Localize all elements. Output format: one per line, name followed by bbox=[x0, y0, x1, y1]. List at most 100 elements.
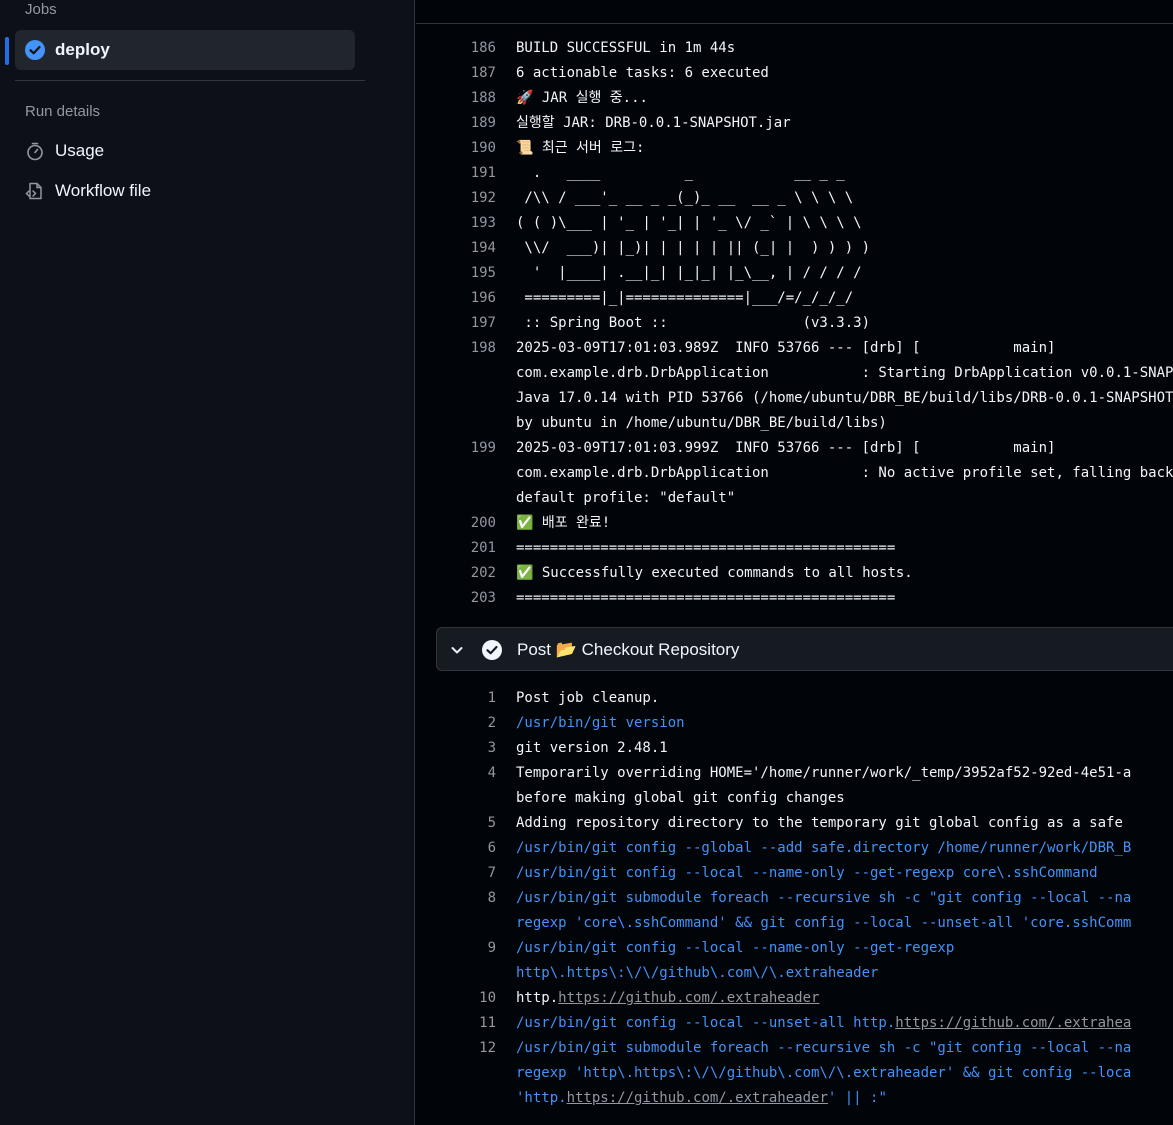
log-line: 197 :: Spring Boot :: (v3.3.3) bbox=[416, 311, 1173, 336]
sidebar-link-usage[interactable]: Usage bbox=[25, 139, 104, 163]
log-line: by ubuntu in /home/ubuntu/DBR_BE/build/l… bbox=[416, 411, 1173, 436]
line-text: =========|_|==============|___/=/_/_/_/ bbox=[516, 290, 854, 306]
line-text: /usr/bin/git submodule foreach --recursi… bbox=[516, 1040, 1132, 1056]
log-line: 188 🚀 JAR 실행 중... bbox=[416, 86, 1173, 111]
line-number[interactable]: 10 bbox=[416, 986, 496, 1011]
line-number[interactable]: 192 bbox=[416, 186, 496, 211]
sidebar: Jobs deploy Run details Usage Workflow f… bbox=[0, 0, 415, 1125]
line-text: 6 actionable tasks: 6 executed bbox=[516, 65, 769, 81]
line-text: ========================================… bbox=[516, 540, 896, 556]
line-text: ========================================… bbox=[516, 590, 896, 606]
log-line: 189 실행할 JAR: DRB-0.0.1-SNAPSHOT.jar bbox=[416, 111, 1173, 136]
line-number[interactable]: 194 bbox=[416, 236, 496, 261]
line-number[interactable]: 1 bbox=[416, 686, 496, 711]
log-line: regexp 'http\.https\:\/\/github\.com\/\.… bbox=[416, 1061, 1173, 1086]
log-line: 8/usr/bin/git submodule foreach --recurs… bbox=[416, 886, 1173, 911]
line-number[interactable]: 3 bbox=[416, 736, 496, 761]
line-number[interactable]: 198 bbox=[416, 336, 496, 361]
step-title: Post 📂 Checkout Repository bbox=[517, 640, 740, 659]
line-number[interactable]: 11 bbox=[416, 1011, 496, 1036]
log-line: 186 BUILD SUCCESSFUL in 1m 44s bbox=[416, 36, 1173, 61]
line-text: regexp 'core\.sshCommand' && git config … bbox=[516, 915, 1132, 931]
line-number[interactable]: 199 bbox=[416, 436, 496, 461]
line-number[interactable]: 8 bbox=[416, 886, 496, 911]
log-link[interactable]: https://github.com/.extrahea bbox=[895, 1015, 1131, 1031]
line-text: /usr/bin/git config --local --name-only … bbox=[516, 865, 1098, 881]
log-link[interactable]: https://github.com/.extraheader bbox=[567, 1090, 828, 1106]
line-text: :: Spring Boot :: (v3.3.3) bbox=[516, 315, 871, 331]
line-text: git version 2.48.1 bbox=[516, 740, 668, 756]
line-number[interactable]: 187 bbox=[416, 61, 496, 86]
log-line: 196 =========|_|==============|___/=/_/_… bbox=[416, 286, 1173, 311]
log-panel: 186 BUILD SUCCESSFUL in 1m 44s 187 6 action… bbox=[416, 0, 1173, 1125]
line-number[interactable]: 193 bbox=[416, 211, 496, 236]
line-number[interactable]: 12 bbox=[416, 1036, 496, 1061]
selected-job-indicator bbox=[5, 37, 9, 65]
line-text: com.example.drb.DrbApplication : No acti… bbox=[516, 465, 1173, 481]
line-text: 📜 최근 서버 로그: bbox=[516, 140, 645, 156]
line-number[interactable]: 195 bbox=[416, 261, 496, 286]
log-line: 2/usr/bin/git version bbox=[416, 711, 1173, 736]
line-text: Java 17.0.14 with PID 53766 (/home/ubunt… bbox=[516, 390, 1173, 406]
line-number[interactable]: 203 bbox=[416, 586, 496, 611]
line-text: 실행할 JAR: DRB-0.0.1-SNAPSHOT.jar bbox=[516, 115, 791, 131]
stopwatch-icon bbox=[27, 142, 43, 161]
line-text: 2025-03-09T17:01:03.989Z INFO 53766 --- … bbox=[516, 340, 1056, 356]
line-number[interactable]: 188 bbox=[416, 86, 496, 111]
line-number[interactable]: 186 bbox=[416, 36, 496, 61]
line-text: /usr/bin/git submodule foreach --recursi… bbox=[516, 890, 1132, 906]
log-line: 191 . ____ _ __ _ _ bbox=[416, 161, 1173, 186]
log-line: 7/usr/bin/git config --local --name-only… bbox=[416, 861, 1173, 886]
line-text-prefix: http. bbox=[516, 990, 559, 1006]
line-number[interactable]: 200 bbox=[416, 511, 496, 536]
log-line: 202 ✅ Successfully executed commands to a… bbox=[416, 561, 1173, 586]
log-line: 5 Adding repository directory to the temp… bbox=[416, 811, 1173, 836]
line-text: com.example.drb.DrbApplication : Startin… bbox=[516, 365, 1173, 381]
log-line: 200 ✅ 배포 완료! bbox=[416, 511, 1173, 536]
line-text-suffix: ' || :" bbox=[827, 1090, 887, 1106]
line-number[interactable]: 5 bbox=[416, 811, 496, 836]
check-circle-icon bbox=[25, 40, 45, 60]
step-header-post-checkout[interactable]: Post 📂 Checkout Repository bbox=[436, 627, 1173, 671]
line-number[interactable]: 201 bbox=[416, 536, 496, 561]
sidebar-divider bbox=[15, 80, 365, 81]
line-number[interactable]: 7 bbox=[416, 861, 496, 886]
line-number[interactable]: 196 bbox=[416, 286, 496, 311]
line-number[interactable]: 190 bbox=[416, 136, 496, 161]
log-link[interactable]: https://github.com/.extraheader bbox=[558, 990, 819, 1006]
sidebar-link-label: Workflow file bbox=[55, 181, 152, 200]
sidebar-link-workflow-file[interactable]: Workflow file bbox=[25, 179, 151, 203]
line-text: 2025-03-09T17:01:03.999Z INFO 53766 --- … bbox=[516, 440, 1056, 456]
log-line: 195 ' |____| .__|_| |_|_| |_\__, | / / /… bbox=[416, 261, 1173, 286]
line-text: . ____ _ __ _ _ bbox=[516, 165, 845, 181]
job-item-deploy[interactable]: deploy bbox=[15, 30, 355, 70]
log-line: 9/usr/bin/git config --local --name-only… bbox=[416, 936, 1173, 961]
line-text: 'http.https://github.com/.extraheader' |… bbox=[516, 1086, 887, 1111]
line-text: ( ( )\___ | '_ | '_| | '_ \/ _` | \ \ \ … bbox=[516, 215, 862, 231]
line-text-prefix: 'http. bbox=[516, 1090, 567, 1106]
line-number[interactable]: 197 bbox=[416, 311, 496, 336]
log-line: 199 2025-03-09T17:01:03.999Z INFO 53766 -… bbox=[416, 436, 1173, 461]
chevron-down-icon[interactable] bbox=[449, 642, 465, 658]
line-text: http.https://github.com/.extraheader bbox=[516, 986, 819, 1011]
job-label: deploy bbox=[55, 40, 110, 59]
line-number[interactable]: 6 bbox=[416, 836, 496, 861]
line-number[interactable]: 191 bbox=[416, 161, 496, 186]
log-panel-top-border bbox=[416, 23, 1173, 24]
sidebar-link-label: Usage bbox=[55, 141, 105, 160]
log-line: default profile: "default" bbox=[416, 486, 1173, 511]
log-line: 11/usr/bin/git config --local --unset-al… bbox=[416, 1011, 1173, 1036]
run-details-heading: Run details bbox=[25, 103, 101, 120]
line-text: before making global git config changes bbox=[516, 790, 845, 806]
log-line: 12/usr/bin/git submodule foreach --recur… bbox=[416, 1036, 1173, 1061]
log-line: 198 2025-03-09T17:01:03.989Z INFO 53766 -… bbox=[416, 336, 1173, 361]
line-number[interactable]: 9 bbox=[416, 936, 496, 961]
line-number[interactable]: 4 bbox=[416, 761, 496, 786]
line-text: \\/ ___)| |_)| | | | | || (_| | ) ) ) ) bbox=[516, 240, 871, 256]
line-text: by ubuntu in /home/ubuntu/DBR_BE/build/l… bbox=[516, 415, 887, 431]
line-number[interactable]: 189 bbox=[416, 111, 496, 136]
log-line: Java 17.0.14 with PID 53766 (/home/ubunt… bbox=[416, 386, 1173, 411]
line-number[interactable]: 202 bbox=[416, 561, 496, 586]
log-line: 4 Temporarily overriding HOME='/home/runn… bbox=[416, 761, 1173, 786]
line-number[interactable]: 2 bbox=[416, 711, 496, 736]
